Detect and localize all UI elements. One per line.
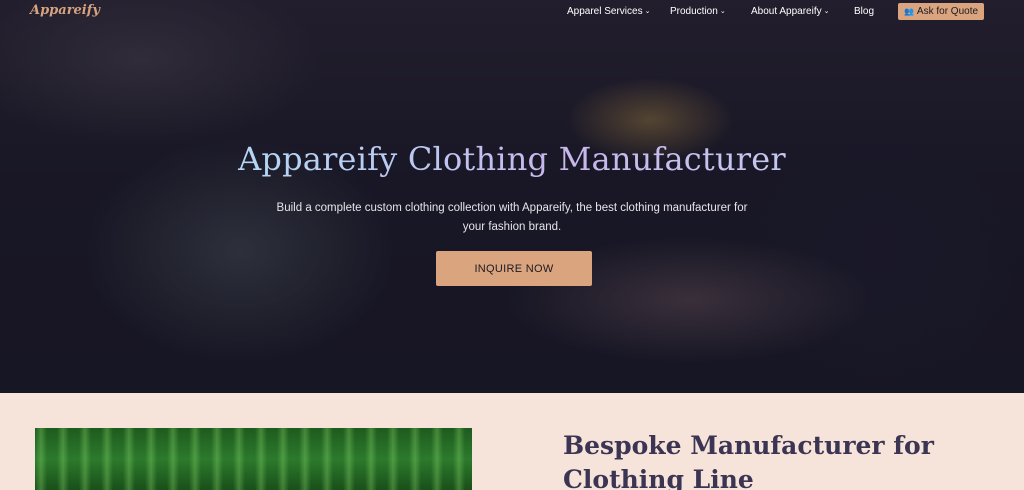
brand-logo[interactable]: Appareify xyxy=(30,3,100,18)
nav-item-production[interactable]: Production ⌄ xyxy=(670,6,726,17)
ask-for-quote-label: Ask for Quote xyxy=(916,6,979,17)
bespoke-section: Bespoke Manufacturer for Clothing Line xyxy=(0,393,1024,490)
top-navigation: Appareify Apparel Services ⌄ Production ⌄ … xyxy=(0,0,1024,24)
chevron-down-icon: ⌄ xyxy=(719,8,726,15)
section-title: Bespoke Manufacturer for Clothing Line xyxy=(563,431,934,490)
nav-item-about-appareify[interactable]: About Appareify ⌄ xyxy=(751,6,829,17)
nav-item-label: Apparel Services xyxy=(567,6,643,17)
chevron-down-icon: ⌄ xyxy=(644,8,651,15)
hero-subtitle: Build a complete custom clothing collect… xyxy=(276,202,748,233)
fabric-image xyxy=(35,428,472,490)
hero-banner xyxy=(0,0,1024,393)
ask-for-quote-button[interactable]: 👥 Ask for Quote xyxy=(898,3,984,20)
nav-item-label: About Appareify xyxy=(751,6,822,17)
nav-item-label: Blog xyxy=(854,6,875,17)
users-icon: 👥 xyxy=(903,7,914,16)
nav-item-apparel-services[interactable]: Apparel Services ⌄ xyxy=(567,6,650,17)
chevron-down-icon: ⌄ xyxy=(823,8,830,15)
hero-title: Appareify Clothing Manufacturer xyxy=(0,140,1024,178)
inquire-now-button[interactable]: INQUIRE NOW xyxy=(436,251,592,286)
nav-item-label: Production xyxy=(670,6,718,17)
nav-item-blog[interactable]: Blog xyxy=(854,6,874,17)
